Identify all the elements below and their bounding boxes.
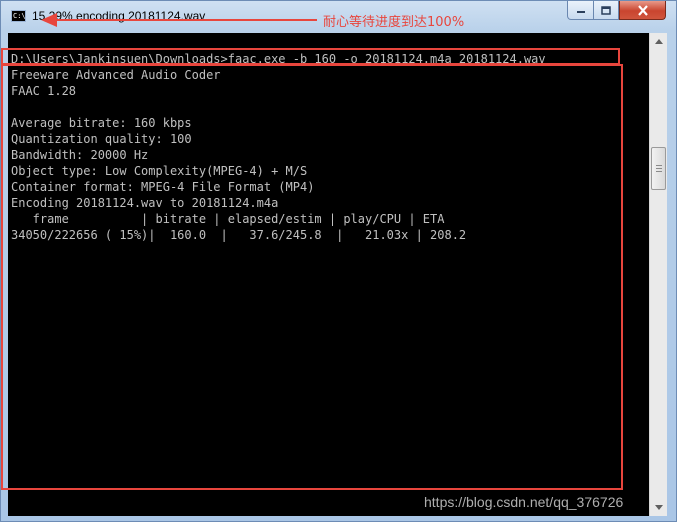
minimize-icon — [576, 11, 585, 13]
maximize-button[interactable] — [593, 1, 619, 20]
output-highlight-box — [1, 64, 623, 490]
annotation-note: 耐心等待进度到达100% — [323, 15, 465, 30]
command-highlight-box — [1, 48, 620, 65]
title-bar[interactable]: C:\ 15.29% encoding 20181124.wav 耐心等待进度到… — [1, 1, 676, 33]
minimize-button[interactable] — [567, 1, 594, 20]
scroll-thumb[interactable] — [651, 147, 666, 190]
grip-line — [656, 168, 662, 169]
arrow-up-icon — [654, 39, 663, 44]
arrow-down-icon — [654, 505, 663, 510]
close-icon — [637, 4, 648, 16]
console-icon[interactable]: C:\ — [11, 10, 26, 22]
vertical-scrollbar[interactable] — [649, 33, 667, 516]
watermark: https://blog.csdn.net/qq_376726 — [424, 494, 624, 510]
grip-line — [656, 171, 662, 172]
maximize-icon — [601, 5, 611, 15]
close-button[interactable] — [619, 1, 666, 20]
scroll-down-button[interactable] — [650, 499, 667, 516]
grip-line — [656, 165, 662, 166]
scroll-up-button[interactable] — [650, 33, 667, 50]
annotation-arrow-icon — [41, 13, 317, 27]
